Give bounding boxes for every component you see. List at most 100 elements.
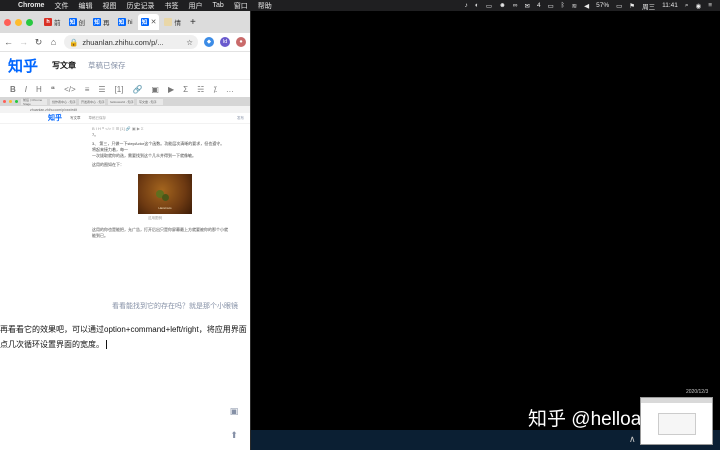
wechat-count: 4 (536, 2, 541, 9)
tab-3[interactable]: 知 再 (90, 14, 113, 30)
link-icon[interactable]: 🔗 (132, 85, 142, 94)
home-icon[interactable]: ⌂ (49, 37, 58, 47)
display-icon[interactable]: ▭ (486, 2, 492, 10)
write-article-label: 写文章 (52, 61, 77, 70)
menu-file[interactable]: 文件 (54, 1, 68, 11)
zhihu-favicon: 知 (140, 18, 149, 26)
video-icon[interactable]: ▶ (168, 85, 174, 94)
battery-icon[interactable]: ▭ (616, 2, 622, 10)
bold-button[interactable]: B (10, 85, 16, 94)
article-body[interactable]: 再看看它的效果吧，可以通过option+command+left/right，将… (0, 322, 262, 352)
forward-icon[interactable]: → (19, 37, 28, 47)
draft-status: 草稿已保存 (88, 61, 126, 70)
screenshot-header: 知乎 写文章 草稿已保存 发布 (0, 113, 250, 124)
zhihu-logo[interactable]: 知乎 (8, 55, 38, 76)
screenshot-tab: 前后 | Chrome Stage (21, 98, 47, 106)
screenshot-tab: 创作者中心 - 知乎 (50, 98, 76, 105)
unordered-list-button[interactable]: ☰ (98, 85, 105, 94)
tab-favicon (164, 18, 173, 26)
code-button[interactable]: </> (64, 85, 76, 94)
reload-icon[interactable]: ↻ (34, 37, 43, 48)
image-caption-text: 看看能找到它的存在吗？就是那个小眼镜 (112, 303, 238, 310)
chevron-up-icon[interactable]: ∧ (629, 434, 636, 445)
zhihu-header: 知乎 写文章 草稿已保存 (0, 52, 250, 80)
bluetooth-icon[interactable]: ᛒ (561, 2, 565, 9)
menu-history[interactable]: 历史记录 (126, 1, 154, 11)
flag-icon[interactable]: ⚑ (629, 2, 635, 10)
browser-toolbar: ← → ↻ ⌂ 🔒 zhuanlan.zhihu.com/p/... ☆ ◆ l… (0, 33, 250, 52)
extension-ld-icon[interactable]: ld (220, 37, 230, 47)
tab-4[interactable]: 知 hi (115, 14, 136, 30)
menu-bar: Chrome 文件 编辑 视图 历史记录 书签 用户 Tab 窗口 帮助 ♪ ◐… (0, 0, 720, 11)
control-center-icon[interactable]: ≡ (708, 2, 712, 9)
extension-shield-icon[interactable]: ◆ (204, 37, 214, 47)
user-icon[interactable]: ◉ (696, 2, 702, 10)
close-tab-icon[interactable]: ✕ (151, 18, 157, 26)
italic-button[interactable]: I (25, 85, 27, 94)
tab-strip: h 前 知 创 知 再 知 hi 知 ✕ 情 + (0, 11, 250, 33)
screenshot-publish: 发布 (237, 115, 244, 120)
heading-button[interactable]: H (36, 85, 42, 94)
music-icon[interactable]: ♪ (465, 2, 468, 9)
new-tab-button[interactable]: + (190, 17, 196, 28)
screenshot-line: 7。 (92, 132, 99, 137)
tab-6[interactable]: 情 (161, 14, 184, 30)
browser-window: h 前 知 创 知 再 知 hi 知 ✕ 情 + ← → ↻ ⌂ 🔒 zhuan… (0, 11, 250, 450)
divider-icon[interactable]: ☵ (197, 85, 204, 94)
bookmark-star-icon[interactable]: ☆ (186, 38, 193, 47)
menu-bookmarks[interactable]: 书签 (164, 1, 178, 11)
tab-2[interactable]: 知 创 (66, 14, 89, 30)
app-menu-chrome[interactable]: Chrome (18, 2, 44, 9)
status-icon[interactable]: ◐ (475, 2, 479, 9)
clock[interactable]: 11:41 (662, 2, 678, 9)
screenshot-tab-strip: 前后 | Chrome Stage 创作者中心 - 知乎 开发者中心 - 知乎 … (0, 97, 250, 106)
wechat-icon[interactable]: ✉ (525, 2, 530, 10)
minimize-window-button[interactable] (15, 18, 22, 26)
tab-1[interactable]: h 前 (41, 14, 64, 30)
zoom-window-button[interactable] (26, 18, 33, 26)
image-icon[interactable]: ▣ (151, 85, 159, 94)
thumbnail-label: 2020/12/3 (686, 389, 709, 395)
wifi-icon[interactable]: ≋ (572, 2, 577, 10)
glasses-icon[interactable]: ∞ (513, 2, 518, 9)
tab-favicon: h (44, 18, 52, 26)
profile-avatar[interactable]: ● (236, 37, 246, 47)
tab-label: 前 (54, 20, 61, 27)
close-window-button[interactable] (4, 18, 11, 26)
window-divider[interactable] (250, 11, 251, 450)
menu-window[interactable]: 窗口 (234, 1, 248, 11)
url-text: zhuanlan.zhihu.com/p/... (82, 37, 164, 47)
menu-help[interactable]: 帮助 (258, 1, 272, 11)
search-icon[interactable]: ⌕ (685, 2, 689, 10)
menu-view[interactable]: 视图 (102, 1, 116, 11)
menu-tab[interactable]: Tab (212, 2, 223, 9)
penguin-icon[interactable]: ☻ (499, 2, 506, 9)
airplay-icon[interactable]: ▭ (548, 2, 554, 10)
back-to-top-icon[interactable]: ⬆ (226, 427, 242, 443)
article-screenshot[interactable]: 前后 | Chrome Stage 创作者中心 - 知乎 开发者中心 - 知乎 … (0, 97, 250, 297)
ordered-list-button[interactable]: ≡ (85, 85, 90, 94)
quote-button[interactable]: ❝ (51, 85, 55, 94)
tab-label: 再 (103, 20, 110, 27)
hazelnut-icon (162, 194, 169, 201)
screenshot-footer-line: 这用的你也是能把，允广告，打开后出只是你屏幕最上方就要被你的那个小就能到已。 (92, 227, 228, 238)
window-controls (4, 18, 33, 26)
screenshot-tab: 开发者中心 - 知乎 (79, 98, 105, 105)
gift-icon[interactable]: ▣ (226, 403, 242, 419)
address-bar[interactable]: 🔒 zhuanlan.zhihu.com/p/... ☆ (64, 35, 198, 49)
clear-format-icon[interactable]: ⁒ (213, 85, 217, 94)
tab-active[interactable]: 知 ✕ (137, 14, 160, 30)
body-line: 再看看它的效果吧，可以通过option+command+left/right，将… (0, 325, 247, 334)
screenshot-thumbnail[interactable] (640, 397, 713, 445)
screenshot-draft: 草稿已保存 (88, 115, 107, 120)
volume-icon[interactable]: ◀ (584, 2, 589, 10)
more-icon[interactable]: … (226, 85, 234, 94)
reference-button[interactable]: [1] (115, 85, 124, 94)
menu-people[interactable]: 用户 (188, 1, 202, 11)
zhihu-favicon: 知 (117, 18, 126, 26)
formula-icon[interactable]: Σ (183, 85, 188, 94)
back-icon[interactable]: ← (4, 37, 13, 47)
screenshot-toolbar: B I H ❝ </> ≡ ☰ [1] 🔗 ▣ ▶ Σ (92, 125, 144, 131)
screenshot-tab: 写文章 - 知乎 (137, 98, 163, 105)
menu-edit[interactable]: 编辑 (78, 1, 92, 11)
